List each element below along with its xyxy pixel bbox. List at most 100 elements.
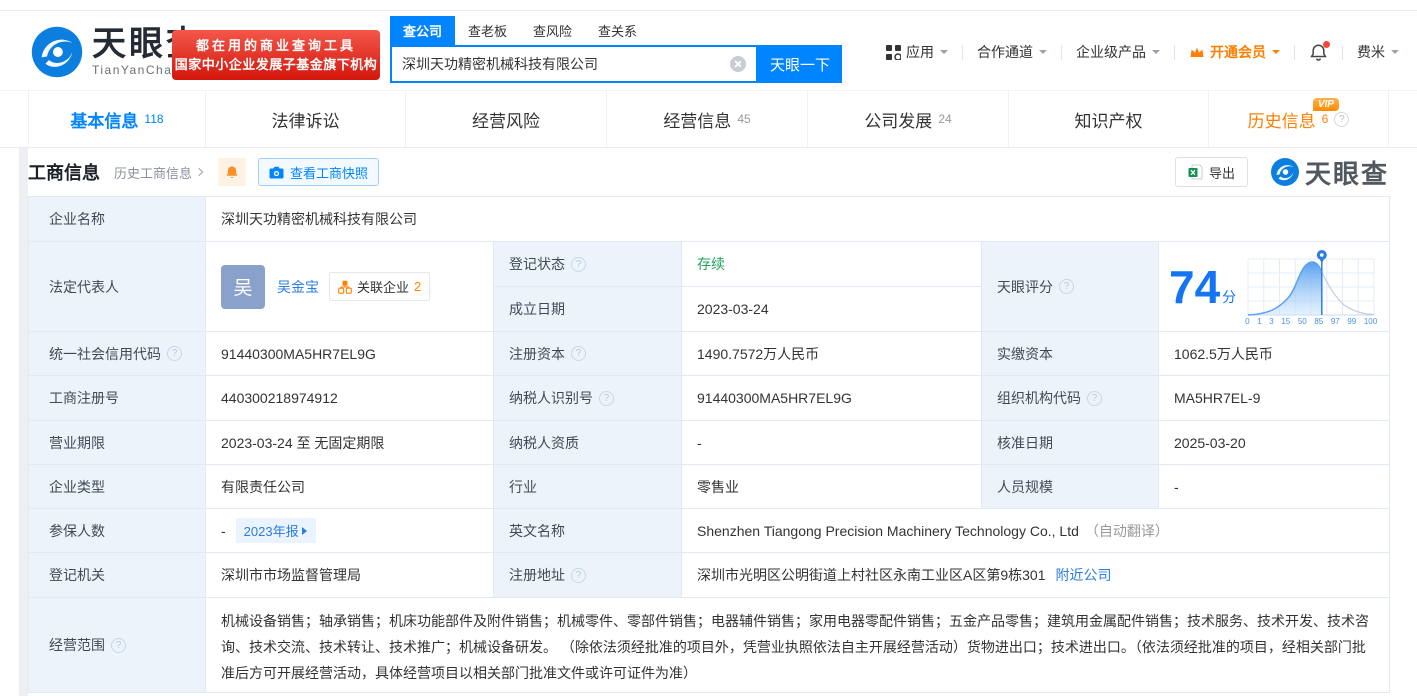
credit-code-value: 91440300MA5HR7EL9G	[206, 332, 494, 376]
help-icon[interactable]	[571, 568, 586, 583]
nav-account[interactable]: 费米	[1357, 42, 1399, 62]
insured-count-label: 参保人数	[29, 509, 206, 553]
staff-size-value: -	[1159, 465, 1390, 509]
export-button[interactable]: 导出	[1175, 157, 1248, 187]
reg-address-cell: 深圳市光明区公明街道上村社区永南工业区A区第9栋301 附近公司	[682, 553, 1390, 598]
slogan-line2: 国家中小企业发展子基金旗下机构	[175, 55, 378, 74]
auto-translate-note: （自动翻译）	[1085, 521, 1169, 541]
table-row: 企业类型 有限责任公司 行业 零售业 人员规模 -	[29, 465, 1390, 509]
search-tab-company[interactable]: 查公司	[390, 16, 455, 45]
excel-icon	[1188, 164, 1203, 180]
bell-icon	[225, 165, 239, 180]
tab-label: 知识产权	[1075, 107, 1143, 132]
reg-status-value: 存续	[682, 242, 982, 287]
approval-date-value: 2025-03-20	[1159, 421, 1390, 465]
table-row: 参保人数 - 2023年报 英文名称 Shenzhen Tiangong Pre…	[29, 509, 1390, 553]
help-icon[interactable]	[111, 638, 126, 653]
help-icon[interactable]	[599, 391, 614, 406]
nav-enterprise-products[interactable]: 企业级产品	[1076, 42, 1160, 62]
nav-open-vip[interactable]: 开通会员	[1189, 42, 1280, 62]
est-date-value: 2023-03-24	[682, 287, 982, 332]
related-companies-badge[interactable]: 关联企业 2	[329, 272, 430, 301]
tab-count: 118	[144, 112, 163, 126]
tianyancha-logo-icon	[30, 25, 84, 79]
top-nav: 应用 合作通道 企业级产品 开通会员	[886, 42, 1399, 62]
notifications-bell[interactable]	[1309, 43, 1328, 62]
chart-axis-ticks: 01 315 5085 9799 100	[1245, 317, 1377, 327]
business-term-label: 营业期限	[29, 421, 206, 465]
org-code-value: MA5HR7EL-9	[1159, 376, 1390, 421]
company-name-value: 深圳天功精密机械科技有限公司	[206, 197, 1390, 242]
help-icon[interactable]	[571, 346, 586, 361]
divider	[1174, 45, 1175, 60]
score-cell[interactable]: 74 分	[1159, 242, 1390, 332]
tab-operation-risk[interactable]: 经营风险	[406, 91, 607, 147]
company-type-value: 有限责任公司	[206, 465, 494, 509]
monitor-bell-button[interactable]	[218, 158, 246, 186]
history-business-info-link[interactable]: 历史工商信息	[114, 163, 202, 182]
taxpayer-id-label: 纳税人识别号	[494, 376, 682, 421]
legal-rep-name-link[interactable]: 吴金宝	[277, 277, 319, 297]
chevron-down-icon	[1272, 50, 1280, 58]
tab-intellectual-property[interactable]: 知识产权	[1009, 91, 1209, 147]
english-name-label: 英文名称	[494, 509, 682, 553]
taxpayer-quality-label: 纳税人资质	[494, 421, 682, 465]
tab-operation-info[interactable]: 经营信息 45	[607, 91, 808, 147]
crown-icon	[1189, 45, 1205, 59]
tab-history-info[interactable]: VIP 历史信息 6	[1209, 91, 1389, 147]
annual-report-badge[interactable]: 2023年报	[236, 518, 316, 543]
tab-company-development[interactable]: 公司发展 24	[808, 91, 1009, 147]
chevron-down-icon	[1152, 50, 1160, 58]
credit-code-label: 统一社会信用代码	[29, 332, 206, 376]
apps-grid-icon	[886, 45, 901, 60]
nav-cooperation[interactable]: 合作通道	[977, 42, 1047, 62]
divider	[1061, 45, 1062, 60]
help-icon[interactable]	[167, 346, 182, 361]
paid-capital-label: 实缴资本	[982, 332, 1159, 376]
company-name-label: 企业名称	[29, 197, 206, 242]
tab-legal-litigation[interactable]: 法律诉讼	[206, 91, 406, 147]
industry-label: 行业	[494, 465, 682, 509]
search-button[interactable]: 天眼一下	[758, 45, 842, 83]
legal-rep-cell: 吴 吴金宝 关联企业 2	[206, 242, 494, 332]
business-term-value: 2023-03-24 至 无固定期限	[206, 421, 494, 465]
search-input[interactable]	[402, 56, 730, 72]
help-icon[interactable]	[1334, 112, 1349, 127]
help-icon[interactable]	[1087, 391, 1102, 406]
search-tab-risk[interactable]: 查风险	[533, 16, 572, 45]
divider	[1294, 45, 1295, 60]
table-row: 企业名称 深圳天功精密机械科技有限公司	[29, 197, 1390, 242]
search-tab-relation[interactable]: 查关系	[598, 16, 637, 45]
company-type-label: 企业类型	[29, 465, 206, 509]
nav-apps[interactable]: 应用	[886, 42, 948, 62]
reg-authority-value: 深圳市市场监督管理局	[206, 553, 494, 598]
nav-apps-label: 应用	[906, 42, 934, 62]
reg-address-label: 注册地址	[494, 553, 682, 598]
staff-size-label: 人员规模	[982, 465, 1159, 509]
tianyancha-logo-icon	[1270, 157, 1300, 187]
nearby-companies-link[interactable]: 附近公司	[1055, 565, 1111, 585]
tianyancha-watermark: 天眼查	[1270, 154, 1389, 191]
table-row: 登记机关 深圳市市场监督管理局 注册地址 深圳市光明区公明街道上村社区永南工业区…	[29, 553, 1390, 598]
view-business-snapshot-button[interactable]: 查看工商快照	[258, 158, 379, 186]
score-label: 天眼评分	[982, 242, 1159, 332]
detail-tabbar: 基本信息 118 法律诉讼 经营风险 经营信息 45 公司发展 24 知识产权 …	[0, 90, 1417, 148]
slogan-line1: 都在用的商业查询工具	[196, 36, 356, 55]
tab-label: 法律诉讼	[272, 107, 340, 132]
bell-curve-chart	[1242, 247, 1380, 317]
score-distribution-chart: 01 315 5085 9799 100	[1242, 247, 1380, 327]
help-icon[interactable]	[1059, 279, 1074, 294]
paid-capital-value: 1062.5万人民币	[1159, 332, 1390, 376]
clear-search-icon[interactable]	[730, 56, 746, 72]
related-count: 2	[414, 279, 421, 294]
table-row: 法定代表人 吴 吴金宝 关联企业 2 登记状态 存续 成立日期 2023-03-…	[29, 242, 1390, 332]
nav-account-label: 费米	[1357, 42, 1385, 62]
tab-count: 45	[737, 112, 750, 126]
english-name-cell: Shenzhen Tiangong Precision Machinery Te…	[682, 509, 1390, 553]
search-tab-boss[interactable]: 查老板	[468, 16, 507, 45]
tab-basic-info[interactable]: 基本信息 118	[28, 91, 206, 147]
nav-cooperation-label: 合作通道	[977, 42, 1033, 62]
help-icon[interactable]	[571, 257, 586, 272]
table-row: 统一社会信用代码 91440300MA5HR7EL9G 注册资本 1490.75…	[29, 332, 1390, 376]
legal-rep-avatar[interactable]: 吴	[221, 265, 265, 309]
